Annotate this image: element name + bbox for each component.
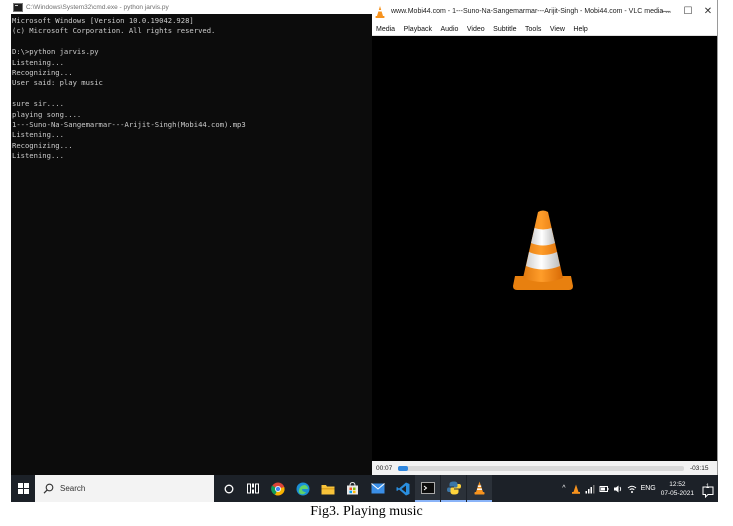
menu-video[interactable]: Video (467, 26, 485, 33)
menu-subtitle[interactable]: Subtitle (493, 26, 516, 33)
cmd-app-icon (13, 2, 23, 12)
console-line: D:\>python jarvis.py (12, 47, 99, 57)
console-line: playing song.... (12, 109, 82, 119)
vlc-controls: 00:07 -03:15 (372, 461, 718, 475)
cmd-window[interactable]: C:\Windows\System32\cmd.exe - python jar… (11, 0, 372, 475)
vlc-icon (474, 481, 485, 494)
figure-caption: Fig3. Playing music (310, 504, 423, 519)
python-icon (446, 481, 461, 494)
console-line: (c) Microsoft Corporation. All rights re… (12, 26, 216, 36)
console-line: Recognizing... (12, 140, 73, 150)
desktop-screen: C:\Windows\System32\cmd.exe - python jar… (11, 0, 718, 502)
elapsed-time: 00:07 (376, 464, 393, 472)
cmd-window-title: C:\Windows\System32\cmd.exe - python jar… (26, 3, 169, 11)
chrome-icon (270, 482, 284, 495)
maximize-button[interactable]: ☐ (677, 0, 699, 23)
system-tray: ^ ENG 12:52 07-05-2021 1 (562, 475, 718, 502)
volume-icon[interactable] (613, 484, 623, 494)
task-view-icon (246, 483, 259, 494)
notification-count: 1 (706, 483, 710, 490)
notification-button[interactable]: 1 (702, 483, 714, 498)
store-icon (347, 482, 358, 495)
cmd-icon (420, 481, 435, 494)
taskbar-chrome[interactable] (265, 475, 290, 502)
tray-chevron-icon[interactable]: ^ (562, 485, 565, 492)
file-explorer-icon (321, 484, 334, 494)
edge-icon (296, 482, 309, 495)
taskbar: Search ^ ENG 12:52 07-05-2021 1 (11, 475, 718, 502)
search-box[interactable]: Search (35, 475, 214, 502)
console-line: Listening... (12, 130, 64, 140)
search-ring-icon (224, 484, 233, 493)
taskbar-vlc[interactable] (467, 475, 492, 502)
language-indicator[interactable]: ENG (641, 485, 656, 492)
vlc-window-border (717, 0, 718, 475)
menu-view[interactable]: View (550, 26, 565, 33)
console-line: 1---Suno-Na-Sangemarmar---Arijit-Singh(M… (12, 119, 246, 129)
battery-icon[interactable] (599, 484, 609, 494)
vlc-window[interactable]: www.Mobi44.com - 1---Suno-Na-Sangemarmar… (372, 0, 718, 475)
vlc-tray-icon[interactable] (571, 484, 581, 494)
vlc-video-area[interactable] (372, 36, 718, 461)
vlc-titlebar[interactable]: www.Mobi44.com - 1---Suno-Na-Sangemarmar… (372, 0, 718, 23)
network-icon[interactable] (585, 484, 595, 494)
start-button[interactable] (11, 475, 35, 502)
minimize-button[interactable]: — (655, 0, 677, 23)
vlc-cone-icon (513, 210, 573, 290)
seek-bar[interactable] (398, 465, 684, 471)
console-line: Recognizing... (12, 67, 73, 77)
close-button[interactable]: ✕ (697, 0, 718, 23)
taskbar-file-explorer[interactable] (315, 475, 340, 502)
clock-time: 12:52 (669, 480, 686, 488)
console-line: User said: play music (12, 78, 103, 88)
vscode-icon (396, 482, 409, 495)
clock[interactable]: 12:52 07-05-2021 (661, 480, 694, 498)
menu-playback[interactable]: Playback (404, 26, 432, 33)
taskbar-vscode[interactable] (390, 475, 415, 502)
search-placeholder: Search (60, 484, 86, 493)
vlc-window-title: www.Mobi44.com - 1---Suno-Na-Sangemarmar… (391, 8, 672, 15)
cortana-icon[interactable] (216, 475, 241, 502)
taskbar-mail[interactable] (365, 475, 390, 502)
windows-logo-icon (17, 483, 29, 494)
console-line: Microsoft Windows [Version 10.0.19042.92… (12, 16, 194, 25)
menu-tools[interactable]: Tools (525, 26, 541, 33)
taskbar-cmd[interactable] (415, 475, 440, 502)
vlc-menubar: Media Playback Audio Video Subtitle Tool… (372, 23, 718, 36)
taskbar-store[interactable] (340, 475, 365, 502)
cmd-console-output[interactable]: Microsoft Windows [Version 10.0.19042.92… (11, 14, 372, 161)
vlc-title-icon (375, 5, 385, 18)
search-icon (43, 483, 54, 494)
menu-audio[interactable]: Audio (440, 26, 458, 33)
console-line: Listening... (12, 57, 64, 67)
clock-date: 07-05-2021 (660, 489, 694, 497)
seek-bar-fill (398, 465, 408, 471)
mail-icon (370, 483, 385, 494)
cmd-titlebar[interactable]: C:\Windows\System32\cmd.exe - python jar… (11, 0, 372, 14)
taskbar-edge[interactable] (290, 475, 315, 502)
taskbar-python[interactable] (441, 475, 466, 502)
menu-help[interactable]: Help (573, 26, 587, 33)
task-view-button[interactable] (240, 475, 265, 502)
console-line: sure sir.... (12, 99, 64, 109)
remaining-time: -03:15 (690, 464, 709, 472)
console-line: Listening... (12, 151, 64, 161)
wifi-icon[interactable] (627, 484, 637, 494)
menu-media[interactable]: Media (376, 26, 395, 33)
